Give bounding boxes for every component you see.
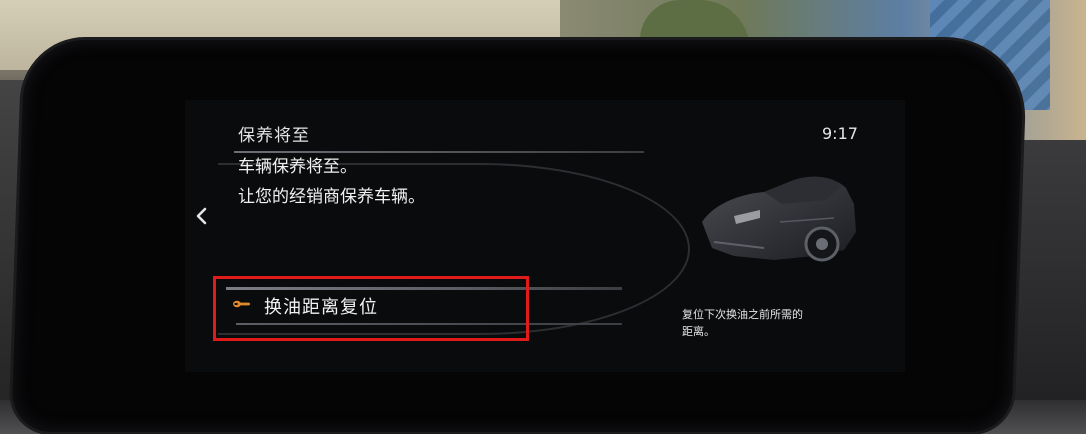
clock: 9:17 [822, 124, 858, 143]
maintenance-message: 车辆保养将至。 让您的经销商保养车辆。 [238, 152, 425, 212]
highlight-box [213, 276, 529, 341]
help-text: 复位下次换油之前所需的 距离。 [682, 306, 803, 340]
message-line-1: 车辆保养将至。 [238, 157, 357, 177]
photo-scene: 保养将至 9:17 车辆保养将至。 让您的经销商保养车辆。 换油距离复位 复位下… [0, 0, 1086, 434]
page-title: 保养将至 [238, 126, 310, 146]
help-line-2: 距离。 [682, 325, 715, 338]
car-illustration [694, 152, 864, 282]
message-line-2: 让您的经销商保养车辆。 [238, 187, 425, 207]
chevron-left-icon [196, 207, 207, 225]
help-line-1: 复位下次换油之前所需的 [682, 308, 803, 321]
back-button[interactable] [192, 204, 212, 228]
